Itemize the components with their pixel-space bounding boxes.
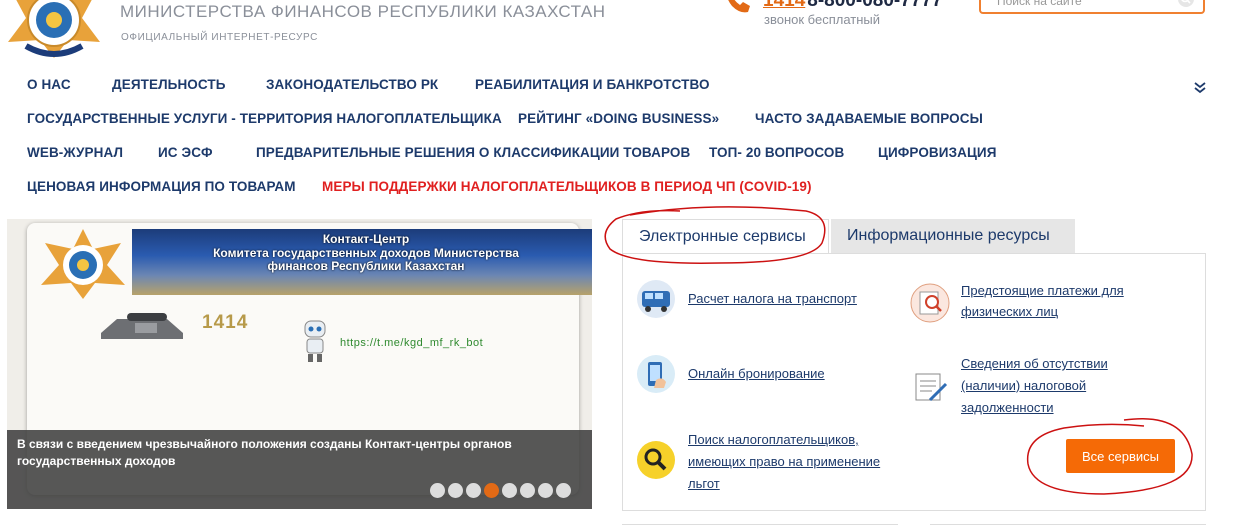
- nav-item-activity[interactable]: ДЕЯТЕЛЬНОСТЬ: [112, 77, 226, 92]
- service-link-taxpayer-search-line1[interactable]: Поиск налогоплательщиков,: [688, 429, 859, 451]
- service-link-taxpayer-search-line3[interactable]: льгот: [688, 473, 720, 495]
- contact-center-banner: Контакт-Центр Комитета государственных д…: [132, 229, 592, 295]
- nav-item-rehabilitation[interactable]: РЕАБИЛИТАЦИЯ И БАНКРОТСТВО: [475, 77, 710, 92]
- divider: [622, 524, 898, 529]
- service-link-upcoming-payments-line1[interactable]: Предстоящие платежи для: [961, 280, 1124, 302]
- nav-item-legislation[interactable]: ЗАКОНОДАТЕЛЬСТВО РК: [266, 77, 438, 92]
- nav-item-is-esf[interactable]: ИС ЭСФ: [158, 145, 213, 160]
- transport-tax-icon[interactable]: [636, 279, 676, 319]
- slide-dot-active[interactable]: [484, 483, 499, 498]
- service-link-upcoming-payments-line2[interactable]: физических лиц: [961, 301, 1058, 323]
- news-slider[interactable]: Контакт-Центр Комитета государственных д…: [7, 219, 592, 509]
- slide-dot[interactable]: [502, 483, 517, 498]
- slide-dot[interactable]: [430, 483, 445, 498]
- phone-icon: [722, 0, 754, 14]
- nav-item-faq[interactable]: ЧАСТО ЗАДАВАЕМЫЕ ВОПРОСЫ: [755, 111, 983, 126]
- telegram-bot-link[interactable]: https://t.me/kgd_mf_rk_bot: [340, 337, 483, 349]
- slide-hotline-number: 1414: [202, 312, 249, 333]
- hotline-short-number[interactable]: 1414: [763, 0, 805, 11]
- search-icon[interactable]: [1177, 0, 1195, 8]
- online-booking-icon[interactable]: [636, 354, 676, 394]
- chat-bot-icon: [297, 319, 333, 363]
- desk-phone-icon: [97, 311, 187, 341]
- slider-pagination: [430, 483, 571, 498]
- nav-item-price-info[interactable]: ЦЕНОВАЯ ИНФОРМАЦИЯ ПО ТОВАРАМ: [27, 179, 296, 194]
- nav-item-digitalization[interactable]: ЦИФРОВИЗАЦИЯ: [878, 145, 997, 160]
- ministry-emblem-logo[interactable]: [4, 0, 104, 58]
- tax-debt-certificate-icon[interactable]: [910, 366, 950, 406]
- tab-information-resources[interactable]: Информационные ресурсы: [831, 219, 1075, 253]
- nav-item-classification-decisions[interactable]: ПРЕДВАРИТЕЛЬНЫЕ РЕШЕНИЯ О КЛАССИФИКАЦИИ …: [256, 145, 690, 160]
- service-link-transport-tax[interactable]: Расчет налога на транспорт: [688, 288, 857, 310]
- banner-line-1: Контакт-Центр: [322, 232, 410, 246]
- hotline-note: звонок бесплатный: [764, 12, 880, 27]
- taxpayer-search-icon[interactable]: [636, 440, 676, 480]
- ministry-title: МИНИСТЕРСТВА ФИНАНСОВ РЕСПУБЛИКИ КАЗАХСТ…: [120, 2, 606, 21]
- service-link-online-booking[interactable]: Онлайн бронирование: [688, 363, 825, 385]
- service-link-taxpayer-search-line2[interactable]: имеющих право на применение: [688, 451, 880, 473]
- slide-dot[interactable]: [556, 483, 571, 498]
- slide-dot[interactable]: [448, 483, 463, 498]
- nav-item-web-journal[interactable]: WEB-ЖУРНАЛ: [27, 145, 123, 160]
- hotline-number[interactable]: 1414 8-800-080-7777: [763, 0, 943, 12]
- nav-item-public-services[interactable]: ГОСУДАРСТВЕННЫЕ УСЛУГИ - ТЕРРИТОРИЯ НАЛО…: [27, 111, 502, 126]
- service-link-tax-debt-line1[interactable]: Сведения об отсутствии: [961, 353, 1108, 375]
- slide-dot[interactable]: [538, 483, 553, 498]
- slide-caption-text[interactable]: В связи с введением чрезвычайного положе…: [17, 436, 537, 470]
- hotline-long-number: 8-800-080-7777: [807, 0, 943, 11]
- nav-item-about[interactable]: О НАС: [27, 77, 71, 92]
- banner-line-3: финансов Республики Казахстан: [267, 259, 465, 273]
- upcoming-payments-icon[interactable]: [910, 283, 950, 323]
- search-box: [979, 0, 1205, 14]
- slide-dot[interactable]: [466, 483, 481, 498]
- service-link-tax-debt-line2[interactable]: (наличии) налоговой: [961, 375, 1086, 397]
- all-services-button[interactable]: Все сервисы: [1066, 439, 1175, 473]
- service-link-tax-debt-line3[interactable]: задолженности: [961, 397, 1054, 419]
- nav-item-doing-business[interactable]: РЕЙТИНГ «DOING BUSINESS»: [518, 111, 719, 126]
- nav-item-covid-support[interactable]: МЕРЫ ПОДДЕРЖКИ НАЛОГОПЛАТЕЛЬЩИКОВ В ПЕРИ…: [322, 179, 812, 194]
- divider: [930, 524, 1206, 529]
- tab-electronic-services[interactable]: Электронные сервисы: [622, 219, 829, 255]
- site-subtitle: ОФИЦИАЛЬНЫЙ ИНТЕРНЕТ-РЕСУРС: [121, 32, 318, 43]
- nav-item-top20[interactable]: ТОП- 20 ВОПРОСОВ: [709, 145, 844, 160]
- slide-emblem-icon: [37, 229, 129, 299]
- slide-dot[interactable]: [520, 483, 535, 498]
- chevron-down-icon[interactable]: [1193, 80, 1207, 94]
- search-input[interactable]: [995, 0, 1179, 13]
